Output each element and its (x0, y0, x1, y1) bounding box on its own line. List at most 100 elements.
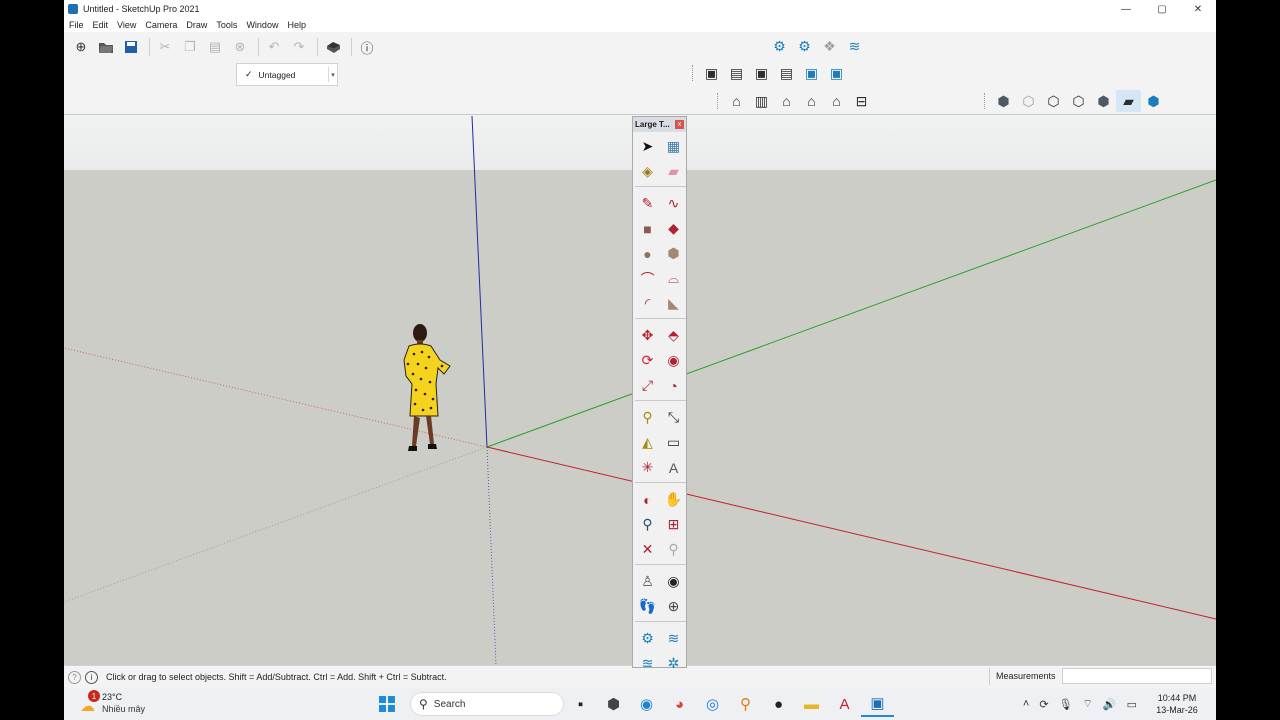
menu-edit[interactable]: Edit (93, 20, 109, 30)
copy-icon[interactable]: ❐ (179, 36, 201, 58)
xray-icon[interactable]: ⬢ (991, 90, 1016, 112)
save-icon[interactable] (120, 36, 142, 58)
weather-widget[interactable]: ☁ 1 23°C Nhiều mây (78, 689, 168, 717)
iso-view-icon[interactable]: ⌂ (724, 90, 749, 112)
right-view-icon[interactable]: ⌂ (799, 90, 824, 112)
menu-tools[interactable]: Tools (216, 20, 237, 30)
menu-camera[interactable]: Camera (145, 20, 177, 30)
move-tool-icon[interactable]: ✥ (635, 323, 660, 348)
shaded-textures-style-icon[interactable]: ▣ (824, 62, 849, 84)
battery-icon[interactable]: ▭ (1127, 698, 1137, 711)
tape-measure-icon[interactable]: ⚲ (635, 405, 660, 430)
task-view-icon[interactable]: ▪ (564, 691, 597, 717)
monochrome-icon[interactable]: ⬢ (1141, 90, 1166, 112)
print-icon[interactable] (322, 36, 344, 58)
position-camera-icon[interactable]: ♙ (635, 569, 660, 594)
back-view-icon[interactable]: ⌂ (824, 90, 849, 112)
two-point-arc-icon[interactable]: ⌓ (661, 266, 686, 291)
3d-warehouse-icon[interactable]: ⚙ (767, 35, 792, 57)
toolbar-grip[interactable] (984, 93, 987, 109)
taskbar-clock[interactable]: 10:44 PM 13-Mar-26 (1142, 692, 1212, 716)
autocad-icon[interactable]: A (828, 691, 861, 717)
front-view-icon[interactable]: ⌂ (774, 90, 799, 112)
hidden-line-style-icon[interactable]: ▤ (774, 62, 799, 84)
look-around-icon[interactable]: ◉ (661, 569, 686, 594)
sync-icon[interactable]: ⟳ (1039, 698, 1048, 711)
protractor-icon[interactable]: ◭ (635, 430, 660, 455)
edge-browser-icon[interactable]: ◉ (630, 691, 663, 717)
minimize-button[interactable]: — (1108, 0, 1144, 18)
pan-tool-icon[interactable]: ✋ (661, 487, 686, 512)
circle-tool-icon[interactable]: ● (635, 241, 660, 266)
freehand-tool-icon[interactable]: ∿ (661, 191, 686, 216)
open-file-icon[interactable] (95, 36, 117, 58)
layout-send-icon[interactable]: ≊ (635, 651, 660, 676)
volume-icon[interactable]: 🔊 (1103, 698, 1117, 711)
offset-tool-icon[interactable]: ◔ (661, 373, 686, 398)
3d-text-icon[interactable]: A (661, 455, 686, 480)
follow-me-icon[interactable]: ◉ (661, 348, 686, 373)
walk-tool-icon[interactable]: 👣 (635, 594, 660, 619)
search-app-icon[interactable]: ⚲ (729, 691, 762, 717)
close-button[interactable]: ✕ (1180, 0, 1216, 18)
top-view-icon[interactable]: ▥ (749, 90, 774, 112)
make-component-icon[interactable]: ▦ (661, 134, 686, 159)
menu-draw[interactable]: Draw (186, 20, 207, 30)
section-plane-icon[interactable]: ⊕ (661, 594, 686, 619)
chrome-browser-icon[interactable]: ◕ (663, 691, 696, 717)
extension-manager-icon[interactable]: ✲ (661, 651, 686, 676)
axes-tool-icon[interactable]: ✳ (635, 455, 660, 480)
xray-style-icon[interactable]: ▣ (699, 62, 724, 84)
scale-tool-icon[interactable]: ⤢ (635, 373, 660, 398)
measurements-input[interactable] (1062, 668, 1212, 684)
paint-bucket-icon[interactable]: ◈ (635, 159, 660, 184)
3d-warehouse-icon[interactable]: ⚙ (635, 626, 660, 651)
share-model-icon[interactable]: ⚙ (792, 35, 817, 57)
share-component-icon[interactable]: ❖ (817, 35, 842, 57)
back-edges-icon[interactable]: ⬡ (1016, 90, 1041, 112)
extension-warehouse-icon[interactable]: ≋ (661, 626, 686, 651)
zalo-app-icon[interactable]: ◎ (696, 691, 729, 717)
line-tool-icon[interactable]: ✎ (635, 191, 660, 216)
toolbar-grip[interactable] (717, 93, 720, 109)
three-point-arc-icon[interactable]: ◜ (635, 291, 660, 316)
push-pull-icon[interactable]: ⬘ (661, 323, 686, 348)
large-toolset-header[interactable]: Large T... x (633, 117, 686, 132)
geo-location-icon[interactable]: ? (68, 670, 81, 684)
menu-window[interactable]: Window (246, 20, 278, 30)
maximize-button[interactable]: ▢ (1144, 0, 1180, 18)
wifi-icon[interactable]: ⌔ (1083, 697, 1093, 711)
erase-icon[interactable]: ⊗ (229, 36, 251, 58)
start-button[interactable] (374, 691, 400, 717)
shaded-style-icon[interactable]: ▣ (799, 62, 824, 84)
redo-icon[interactable]: ↷ (288, 36, 310, 58)
hidden-line-icon[interactable]: ⬡ (1066, 90, 1091, 112)
shaded-with-textures-icon[interactable]: ▰ (1116, 90, 1141, 112)
media-app-icon[interactable]: ● (762, 691, 795, 717)
chevron-up-icon[interactable]: ˄ (1023, 698, 1029, 710)
menu-help[interactable]: Help (287, 20, 306, 30)
undo-icon[interactable]: ↶ (263, 36, 285, 58)
rotated-rectangle-icon[interactable]: ◆ (661, 216, 686, 241)
rectangle-tool-icon[interactable]: ■ (635, 216, 660, 241)
rotate-tool-icon[interactable]: ⟳ (635, 348, 660, 373)
menu-view[interactable]: View (117, 20, 136, 30)
menu-file[interactable]: File (69, 20, 84, 30)
dimension-tool-icon[interactable]: ⤡ (661, 405, 686, 430)
tag-dropdown[interactable]: ✓ Untagged ▾ (236, 63, 338, 86)
model-info-icon[interactable]: ⓘ (356, 36, 378, 58)
extension-warehouse-icon[interactable]: ≋ (842, 35, 867, 57)
pie-tool-icon[interactable]: ◣ (661, 291, 686, 316)
text-tool-icon[interactable]: ▭ (661, 430, 686, 455)
file-explorer-icon[interactable]: ▬ (795, 691, 828, 717)
chevron-down-icon[interactable]: ▾ (328, 67, 337, 82)
orbit-tool-icon[interactable]: ◐ (635, 487, 660, 512)
shaded-icon[interactable]: ⬢ (1091, 90, 1116, 112)
eraser-icon[interactable]: ▰ (661, 159, 686, 184)
arc-tool-icon[interactable]: ⌒ (635, 266, 660, 291)
instructor-info-icon[interactable]: i (85, 670, 98, 684)
select-tool-icon[interactable]: ➤ (635, 134, 660, 159)
left-view-icon[interactable]: ⊟ (849, 90, 874, 112)
previous-view-icon[interactable]: ⚲ (661, 537, 686, 562)
cube-app-icon[interactable]: ⬢ (597, 691, 630, 717)
